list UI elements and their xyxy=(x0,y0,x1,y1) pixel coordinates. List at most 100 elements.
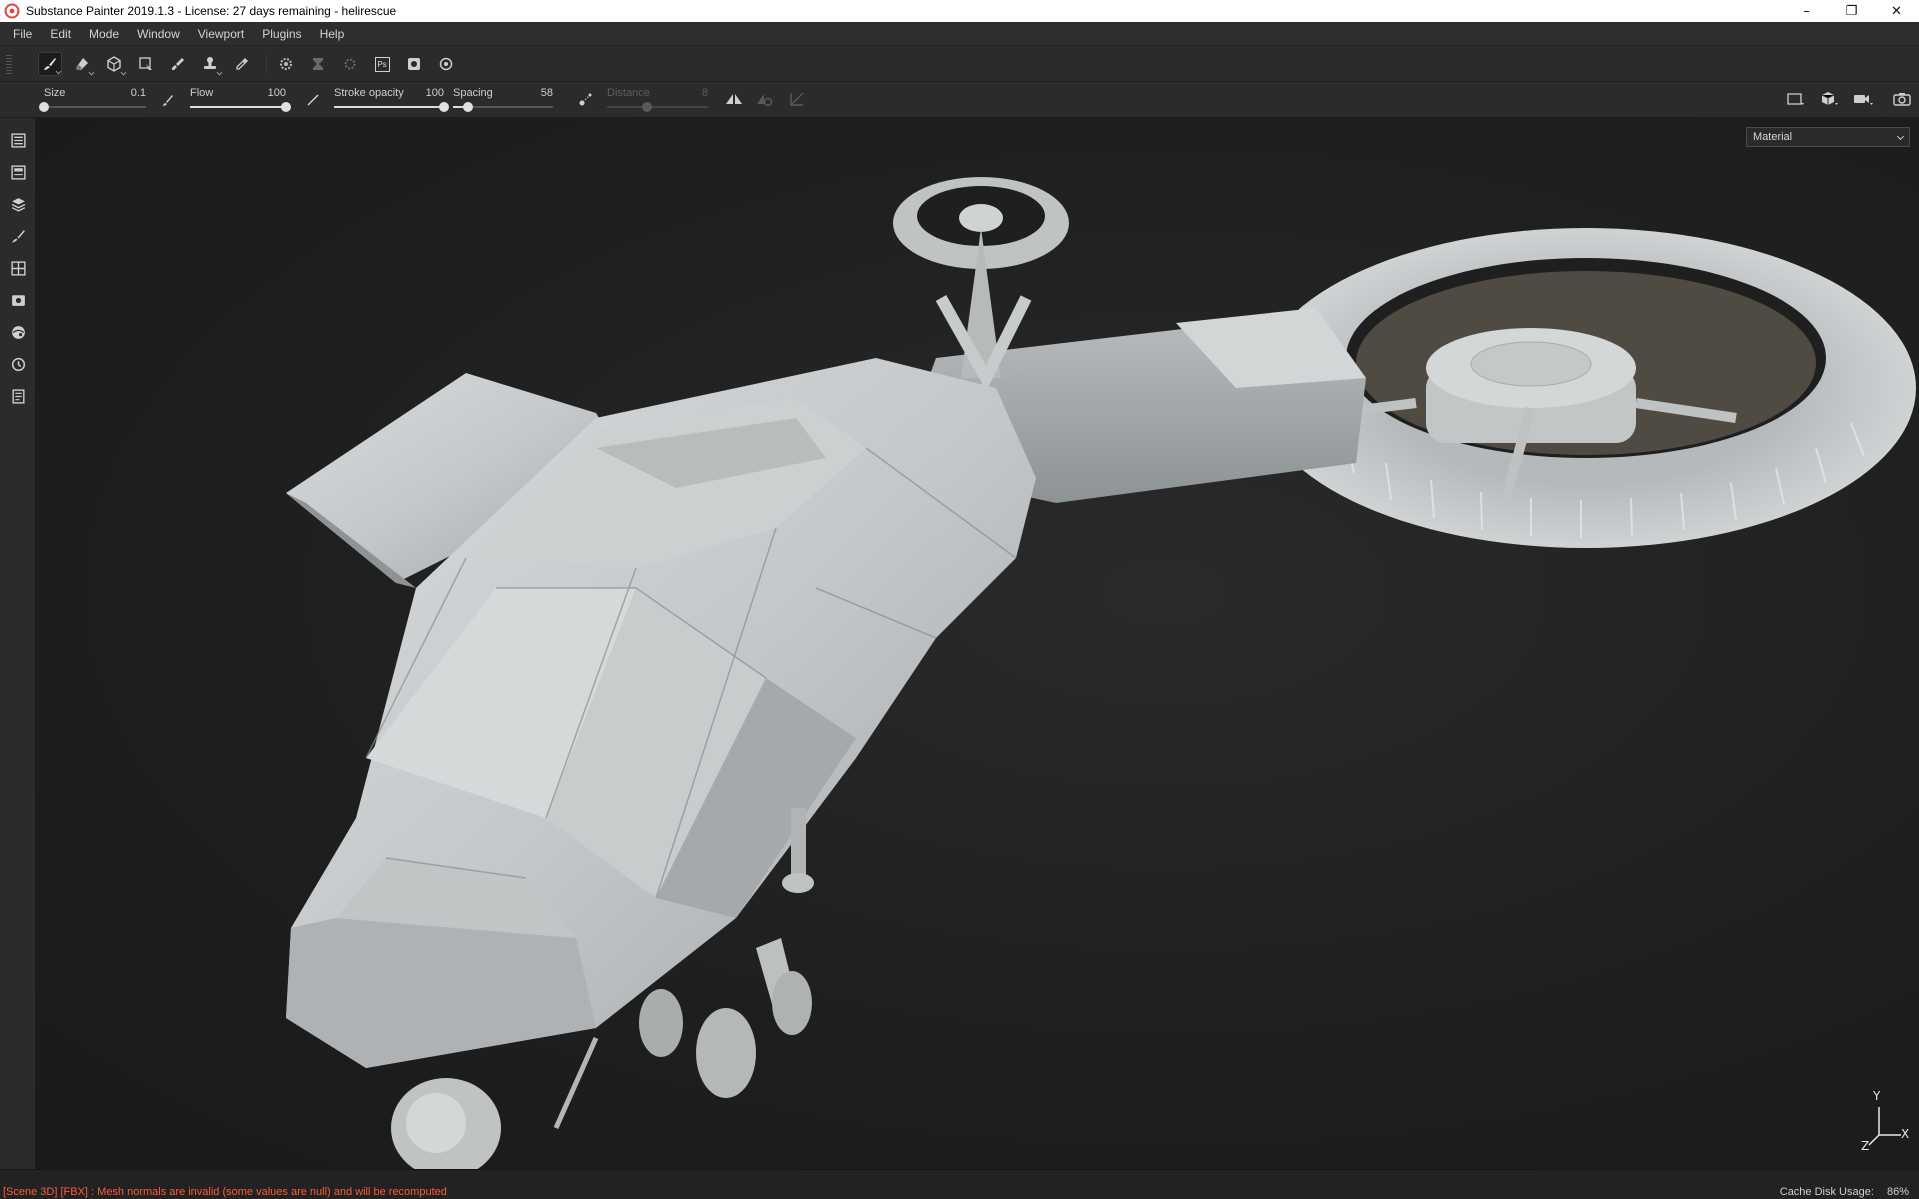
left-dock-bar xyxy=(0,118,36,1169)
flow-value[interactable]: 100 xyxy=(268,87,286,99)
distance-label: Distance xyxy=(607,87,650,99)
menu-bar: File Edit Mode Window Viewport Plugins H… xyxy=(0,22,1919,46)
stroke-mode-button[interactable] xyxy=(305,92,323,110)
bake-icon xyxy=(280,58,292,70)
channel-dropdown[interactable]: Material xyxy=(1746,127,1910,147)
cache-value: 86% xyxy=(1886,1186,1909,1198)
photoshop-icon: Ps xyxy=(374,56,390,72)
brush-stroke-icon xyxy=(163,95,173,106)
shelf-button[interactable] xyxy=(8,322,28,342)
paint-brush-tool[interactable] xyxy=(38,52,62,76)
export-icon xyxy=(408,58,420,70)
projection-tool[interactable] xyxy=(102,52,127,76)
window-title: Substance Painter 2019.1.3 - License: 27… xyxy=(26,4,397,18)
brush-settings-icon xyxy=(11,229,25,243)
3d-viewport[interactable]: Material Y X Z xyxy=(36,118,1919,1169)
axis-gizmo: Y X Z xyxy=(1861,1085,1911,1155)
flow-label: Flow xyxy=(190,87,214,99)
eraser-tool[interactable] xyxy=(70,52,95,76)
size-value[interactable]: 0.1 xyxy=(131,87,146,99)
texture-set-icon xyxy=(313,58,323,70)
gear-icon xyxy=(439,57,453,71)
stroke-opacity-slider[interactable]: Stroke opacity 100 xyxy=(334,85,449,115)
iray-button[interactable] xyxy=(338,52,362,76)
shelf-icon xyxy=(11,325,25,339)
tool-bar: Ps xyxy=(0,46,1919,82)
flow-slider-handle[interactable] xyxy=(281,102,291,112)
photoshop-export-button[interactable]: Ps xyxy=(370,52,394,76)
title-bar: Substance Painter 2019.1.3 - License: 27… xyxy=(0,0,1919,22)
status-error-message[interactable]: [Scene 3D] [FBX] : Mesh normals are inva… xyxy=(3,1186,447,1198)
layers-stack-button[interactable] xyxy=(8,130,28,150)
menu-plugins[interactable]: Plugins xyxy=(253,27,310,41)
axis-y-label: Y xyxy=(1873,1089,1881,1103)
menu-window[interactable]: Window xyxy=(128,27,189,41)
symmetry-settings-button[interactable] xyxy=(756,91,776,109)
minimize-button[interactable]: – xyxy=(1784,0,1829,22)
polygon-fill-tool[interactable] xyxy=(134,52,158,76)
toolbar-grip[interactable] xyxy=(6,54,12,74)
channel-dropdown-value: Material xyxy=(1753,131,1793,143)
video-camera-icon xyxy=(1854,95,1873,105)
spacing-label: Spacing xyxy=(453,87,493,99)
projection-cube-icon xyxy=(107,56,121,72)
smudge-tool[interactable] xyxy=(166,52,190,76)
clone-stamp-tool[interactable] xyxy=(198,52,223,76)
menu-viewport[interactable]: Viewport xyxy=(189,27,253,41)
stroke-opacity-slider-handle[interactable] xyxy=(439,102,449,112)
window-controls: – ❐ ✕ xyxy=(1784,0,1919,22)
menu-help[interactable]: Help xyxy=(311,27,354,41)
texture-set-list-button[interactable] xyxy=(8,162,28,182)
iray-icon xyxy=(344,58,356,70)
distance-slider: Distance 8 xyxy=(607,85,708,115)
lazy-mouse-icon xyxy=(579,93,592,106)
layers-stack-icon xyxy=(10,132,26,148)
path-tool-button[interactable] xyxy=(789,91,807,109)
uv-tiles-button[interactable] xyxy=(8,258,28,278)
brush-alpha-button[interactable] xyxy=(160,92,178,110)
brush-settings-button[interactable] xyxy=(8,226,28,246)
lazy-mouse-button[interactable] xyxy=(578,91,596,109)
menu-edit[interactable]: Edit xyxy=(41,27,80,41)
display-mode-button[interactable] xyxy=(1820,91,1842,109)
color-picker-tool[interactable] xyxy=(230,52,254,76)
texture-set-list-icon xyxy=(10,164,26,180)
menu-file[interactable]: File xyxy=(4,27,41,41)
uv-tiles-icon xyxy=(10,260,26,276)
history-button[interactable] xyxy=(8,354,28,374)
log-button[interactable] xyxy=(8,386,28,406)
screenshot-button[interactable] xyxy=(1893,91,1913,109)
restore-button[interactable]: ❐ xyxy=(1829,0,1874,22)
distance-value: 8 xyxy=(701,87,708,99)
display-settings-button[interactable] xyxy=(8,290,28,310)
texture-set-button[interactable] xyxy=(306,52,330,76)
substance-logo-icon xyxy=(4,3,20,19)
stroke-line-icon xyxy=(307,94,319,106)
menu-mode[interactable]: Mode xyxy=(80,27,128,41)
smudge-icon xyxy=(172,58,184,70)
size-slider-handle[interactable] xyxy=(39,102,49,112)
symmetry-settings-icon xyxy=(757,94,773,107)
clone-stamp-icon xyxy=(204,57,216,69)
camera-mode-button[interactable] xyxy=(1853,91,1877,109)
close-button[interactable]: ✕ xyxy=(1874,0,1919,22)
stroke-opacity-value[interactable]: 100 xyxy=(426,87,444,99)
spacing-value[interactable]: 58 xyxy=(541,87,553,99)
log-icon xyxy=(11,388,25,404)
layers-button[interactable] xyxy=(8,194,28,214)
view-mode-button[interactable] xyxy=(1786,91,1808,109)
polygon-fill-icon xyxy=(139,57,152,70)
export-textures-button[interactable] xyxy=(402,52,426,76)
status-bar: [Scene 3D] [FBX] : Mesh normals are inva… xyxy=(0,1169,1919,1199)
bake-button[interactable] xyxy=(274,52,298,76)
stroke-opacity-label: Stroke opacity xyxy=(334,87,404,99)
symmetry-button[interactable] xyxy=(725,91,745,109)
size-slider[interactable]: Size 0.1 xyxy=(39,85,146,115)
axis-z-label: Z xyxy=(1861,1139,1870,1153)
helicopter-model xyxy=(286,177,1916,1169)
eyedropper-icon xyxy=(236,58,248,70)
spacing-slider-handle[interactable] xyxy=(463,102,473,112)
settings-button[interactable] xyxy=(434,52,458,76)
flow-slider[interactable]: Flow 100 xyxy=(190,85,291,115)
spacing-slider[interactable]: Spacing 58 xyxy=(453,85,553,115)
